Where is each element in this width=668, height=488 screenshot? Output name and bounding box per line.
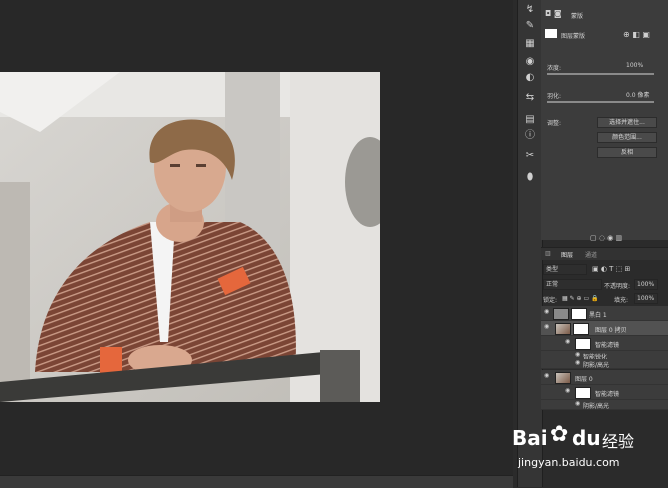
brush-icon[interactable]: ✎ (524, 20, 536, 32)
swatches-icon[interactable]: ▦ (524, 38, 536, 50)
status-bar (0, 475, 513, 488)
layer-filter-select[interactable]: 类型 (543, 264, 587, 275)
mask-thumbnail-small (571, 308, 587, 320)
visibility-eye-icon[interactable]: ◉ (575, 401, 581, 407)
blend-mode-select[interactable]: 正常 (543, 279, 602, 290)
mask-thumbnail[interactable] (545, 29, 557, 38)
visibility-eye-icon[interactable]: ◉ (575, 352, 581, 358)
mask-thumbnail-small (573, 323, 589, 335)
mask-label: 蒙版 (571, 13, 584, 20)
history-icon[interactable]: ↯ (524, 4, 536, 16)
layer-filter-icons[interactable]: ▣ ◐ T ⬚ ⊞ (592, 265, 630, 273)
visibility-eye-icon[interactable]: ◉ (544, 309, 550, 315)
adjustment-thumbnail (553, 308, 569, 320)
document-icon[interactable]: ▤ (524, 114, 536, 126)
baidu-jingyan-watermark: Bai ✿ du 经验 jingyan.baidu.com (512, 420, 652, 480)
layer-name[interactable]: 图层 0 (575, 374, 593, 383)
tab-3d[interactable]: ▥ (545, 250, 551, 257)
layer-name[interactable]: 阴影/高光 (583, 360, 609, 369)
density-label: 浓度: (547, 65, 562, 72)
visibility-eye-icon[interactable]: ◉ (565, 339, 571, 345)
properties-footer-icons[interactable]: ▢ ◌ ◉ ▥ (590, 234, 622, 242)
layer-row[interactable]: ◉ 黑白 1 (541, 306, 668, 321)
layer-name[interactable]: 智能滤镜 (595, 340, 619, 349)
filter-mask-thumbnail (575, 338, 591, 350)
3d-icon[interactable]: ⬮ (524, 172, 536, 184)
feather-value[interactable]: 0.0 像素 (626, 90, 649, 99)
layer-thumbnail (555, 323, 571, 335)
watermark-cn: 经验 (602, 432, 635, 451)
visibility-eye-icon[interactable]: ◉ (565, 388, 571, 394)
opacity-field[interactable]: 100% (634, 279, 658, 290)
filter-mask-thumbnail (575, 387, 591, 399)
panel-icon-strip: ↯ ✎ ▦ ◉ ◐ ⇆ ▤ ⓘ ✂ ⬮ (517, 0, 543, 487)
visibility-eye-icon[interactable]: ◉ (544, 324, 550, 330)
layer-row[interactable]: ◉ 智能锐化 (541, 351, 668, 361)
tab-layers[interactable]: 图层 (561, 250, 573, 259)
layer-name[interactable]: 图层 0 拷贝 (595, 325, 627, 334)
watermark-brand: Bai (512, 426, 548, 450)
visibility-eye-icon[interactable]: ◉ (575, 360, 581, 366)
layers-tabs: ▥ 图层 通道 (541, 247, 668, 260)
layer-row[interactable]: ◉ 图层 0 拷贝 (541, 321, 668, 336)
layer-name[interactable]: 黑白 1 (589, 310, 607, 319)
layer-name[interactable]: 阴影/高光 (583, 401, 609, 410)
info-icon[interactable]: ⓘ (524, 130, 536, 142)
watermark-brand-2: du (572, 426, 601, 450)
tab-channels[interactable]: 通道 (585, 250, 597, 259)
layer-row[interactable]: ◉ 智能滤镜 (541, 385, 668, 400)
opacity-label: 不透明度: (604, 283, 631, 290)
tools-icon[interactable]: ✂ (524, 150, 536, 162)
density-slider[interactable] (547, 73, 654, 75)
lock-label: 锁定: (543, 297, 558, 304)
layer-name[interactable]: 智能滤镜 (595, 389, 619, 398)
visibility-eye-icon[interactable]: ◉ (544, 373, 550, 379)
layer-row[interactable]: ◉ 阴影/高光 (541, 400, 668, 410)
feather-slider[interactable] (547, 101, 654, 103)
color-range-button[interactable]: 颜色范围... (597, 132, 657, 143)
layer-row[interactable]: ◉ 智能滤镜 (541, 336, 668, 351)
watermark-url: jingyan.baidu.com (518, 456, 620, 469)
feather-label: 羽化: (547, 93, 562, 100)
paths-icon[interactable]: ⇆ (524, 92, 536, 104)
lock-icons[interactable]: ▦ ✎ ⊕ ▭ 🔒 (562, 295, 599, 302)
density-value[interactable]: 100% (626, 62, 643, 69)
refine-label: 调整: (547, 120, 562, 127)
invert-button[interactable]: 反相 (597, 147, 657, 158)
layer-row[interactable]: ◉ 图层 0 (541, 370, 668, 385)
layer-mask-label: 图层蒙版 (561, 33, 586, 40)
mask-type-icons[interactable]: ◘ ◙ (545, 9, 562, 18)
fill-label: 填充: (614, 297, 629, 304)
color-icon[interactable]: ◉ (524, 56, 536, 68)
select-and-mask-button[interactable]: 选择并遮住... (597, 117, 657, 128)
paw-icon: ✿ (550, 422, 569, 447)
adjustment-icon[interactable]: ◐ (524, 72, 536, 84)
layer-thumbnail (555, 372, 571, 384)
mask-options-icons[interactable]: ⊕ ◧ ▣ (623, 30, 650, 39)
canvas-photo[interactable] (0, 72, 380, 402)
fill-field[interactable]: 100% (634, 293, 658, 304)
layer-row[interactable]: ◉ 阴影/高光 (541, 359, 668, 369)
